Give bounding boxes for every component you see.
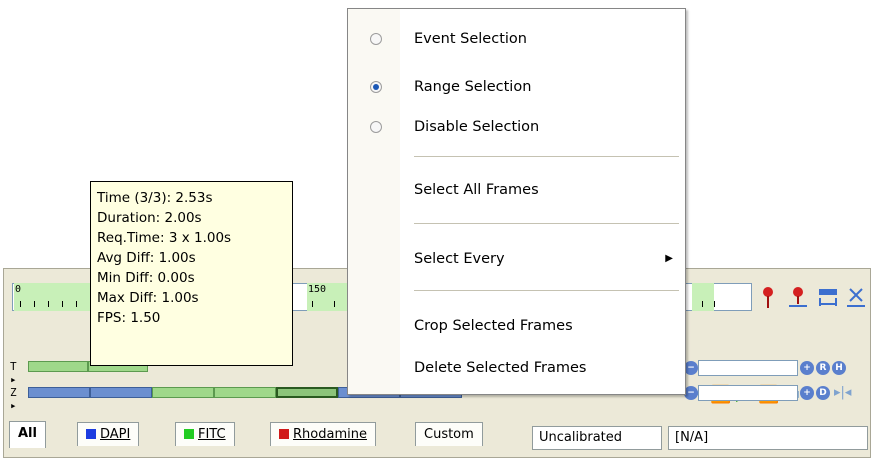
tab-rhodamine-label: Rhodamine (293, 427, 367, 442)
tooltip-min-diff: Min Diff: 0.00s (97, 270, 195, 286)
menu-item-label: Disable Selection (414, 119, 540, 135)
time-value-input[interactable] (698, 360, 798, 376)
down-icon[interactable]: D (816, 386, 830, 400)
tooltip-time: Time (3/3): 2.53s (97, 190, 213, 206)
menu-item-label: Crop Selected Frames (414, 318, 573, 334)
ruler-start-label: 0 (15, 284, 22, 295)
fit-range-icon[interactable]: ▸|◂ (834, 383, 851, 403)
hold-icon[interactable]: H (832, 361, 846, 375)
minus-time-icon[interactable]: − (684, 361, 698, 375)
time-row-label: T ▸ (10, 360, 17, 386)
dapi-swatch-icon (86, 429, 96, 439)
ruler-tick (20, 301, 21, 307)
menu-separator (414, 223, 679, 227)
radio-icon (370, 33, 382, 45)
tab-all[interactable]: All (9, 421, 46, 448)
menu-item-select-every[interactable]: Select Every ▶ (348, 242, 685, 276)
z-frame-segment[interactable] (214, 387, 276, 398)
channel-tabs: All DAPI FITC Rhodamine Custom Uncalibra… (5, 421, 871, 451)
tab-dapi[interactable]: DAPI (77, 422, 140, 446)
z-frame-segment[interactable] (90, 387, 152, 398)
time-frame-segment[interactable] (28, 361, 88, 372)
tooltip-avg-diff: Avg Diff: 1.00s (97, 250, 196, 266)
menu-item-label: Event Selection (414, 31, 527, 47)
tooltip-fps: FPS: 1.50 (97, 310, 161, 326)
tooltip-duration: Duration: 2.00s (97, 210, 202, 226)
z-frame-segment-selected[interactable] (276, 387, 338, 398)
tab-rhodamine[interactable]: Rhodamine (270, 422, 376, 446)
menu-item-event-selection[interactable]: Event Selection (348, 22, 685, 56)
ruler-tick (714, 301, 715, 307)
clear-selection-icon[interactable] (844, 283, 868, 313)
minus-z-icon[interactable]: − (684, 386, 698, 400)
menu-item-disable-selection[interactable]: Disable Selection (348, 110, 685, 144)
z-value-input[interactable] (698, 385, 798, 401)
plus-z-icon[interactable]: + (800, 386, 814, 400)
rhodamine-swatch-icon (279, 429, 289, 439)
value-readout: [N/A] (668, 426, 868, 450)
z-frame-segment[interactable] (152, 387, 214, 398)
ruler-tick (48, 301, 49, 307)
tab-fitc-label: FITC (198, 427, 226, 442)
menu-item-label: Select Every (414, 251, 505, 267)
ruler-mid-label: 150 (308, 284, 327, 295)
menu-separator (414, 290, 679, 294)
ruler-tick (312, 301, 313, 307)
menu-item-label: Range Selection (414, 79, 532, 95)
plus-time-icon[interactable]: + (800, 361, 814, 375)
ruler-tick (76, 301, 77, 307)
calibration-status: Uncalibrated (532, 426, 662, 450)
tab-fitc[interactable]: FITC (175, 422, 235, 446)
menu-item-delete-selected-frames[interactable]: Delete Selected Frames (348, 351, 685, 385)
tooltip-req-time: Req.Time: 3 x 1.00s (97, 230, 232, 246)
radio-icon (370, 121, 382, 133)
record-icon[interactable]: R (816, 361, 830, 375)
tooltip-max-diff: Max Diff: 1.00s (97, 290, 199, 306)
menu-item-range-selection[interactable]: Range Selection (348, 70, 685, 104)
menu-item-select-all-frames[interactable]: Select All Frames (348, 173, 685, 207)
tab-all-label: All (18, 426, 37, 441)
ruler-tick (334, 301, 335, 307)
ruler-selected-range (692, 283, 714, 311)
context-menu: Event Selection Range Selection Disable … (347, 8, 686, 395)
red-marker-icon[interactable] (756, 283, 780, 313)
fitc-swatch-icon (184, 429, 194, 439)
frames-range-icon[interactable] (816, 283, 840, 313)
frame-info-tooltip: Time (3/3): 2.53s Duration: 2.00s Req.Ti… (90, 181, 293, 366)
tab-custom-label: Custom (424, 427, 474, 442)
menu-item-label: Delete Selected Frames (414, 360, 587, 376)
menu-item-label: Select All Frames (414, 182, 539, 198)
tab-custom[interactable]: Custom (415, 422, 483, 446)
ruler-tick (34, 301, 35, 307)
z-row-label: Z ▸ (10, 386, 17, 412)
menu-item-crop-selected-frames[interactable]: Crop Selected Frames (348, 309, 685, 343)
ruler-tick (702, 301, 703, 307)
z-frame-segment[interactable] (28, 387, 90, 398)
ruler-selected-range (14, 283, 94, 311)
radio-selected-icon (370, 81, 382, 93)
range-marker-icon[interactable] (786, 283, 810, 313)
submenu-arrow-icon: ▶ (665, 253, 673, 264)
menu-separator (414, 156, 679, 160)
ruler-tick (62, 301, 63, 307)
tab-dapi-label: DAPI (100, 427, 131, 442)
